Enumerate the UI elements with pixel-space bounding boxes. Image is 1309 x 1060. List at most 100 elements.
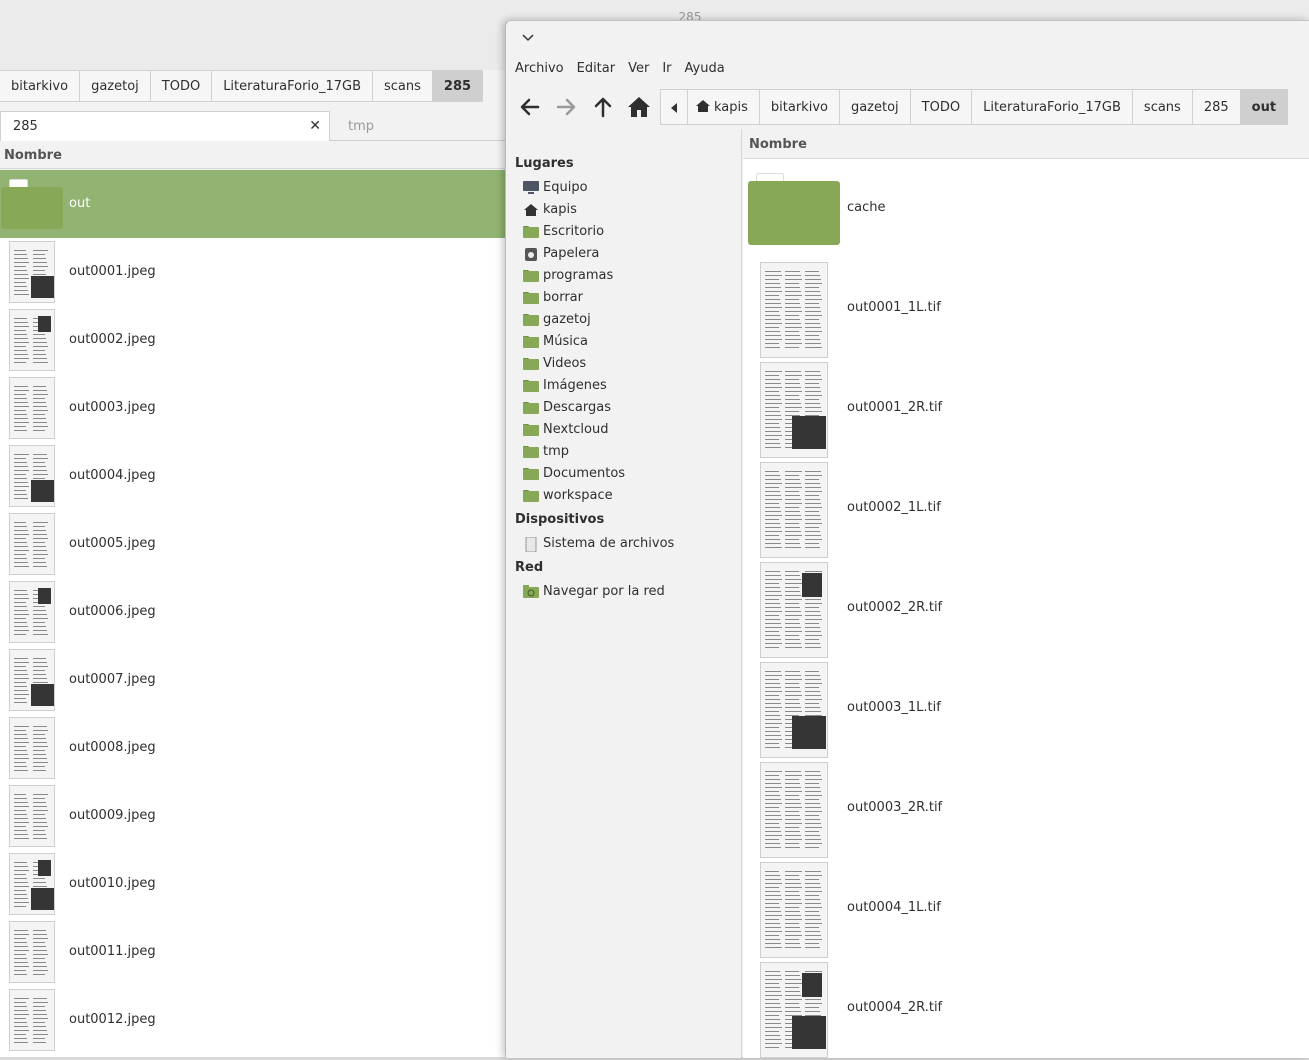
file-name: out0009.jpeg (69, 808, 156, 823)
menu-archivo[interactable]: Archivo (515, 61, 564, 83)
home-small-icon (696, 100, 710, 112)
back-crumb-285[interactable]: 285 (432, 70, 484, 102)
file-row[interactable]: out0004_1L.tif (743, 860, 1309, 960)
breadcrumb-scroll-left-icon[interactable] (660, 89, 688, 125)
file-row[interactable]: out0006.jpeg (0, 578, 505, 646)
file-name: out0003_1L.tif (847, 700, 941, 715)
crumb-out[interactable]: out (1240, 89, 1289, 125)
sidebar-item-descargas[interactable]: Descargas (523, 397, 738, 419)
image-thumbnail-icon (9, 717, 55, 779)
tif-thumbnail-icon (760, 762, 828, 858)
crumb-285[interactable]: 285 (1192, 89, 1241, 125)
sidebar-item-programas[interactable]: programas (523, 265, 738, 287)
sidebar-item-nextcloud[interactable]: Nextcloud (523, 419, 738, 441)
file-name: out0010.jpeg (69, 876, 156, 891)
sidebar-item-gazetoj[interactable]: gazetoj (523, 309, 738, 331)
file-row[interactable]: out0005.jpeg (0, 510, 505, 578)
forward-arrow-icon[interactable] (552, 93, 580, 121)
crumb-gazetoj[interactable]: gazetoj (839, 89, 911, 125)
window-menu-chevron-icon[interactable] (522, 31, 534, 45)
sidebar-item-equipo[interactable]: Equipo (523, 177, 738, 199)
back-crumb-todo[interactable]: TODO (150, 70, 213, 102)
tab-285-label: 285 (13, 119, 38, 134)
sidebar-item-música[interactable]: Música (523, 331, 738, 353)
crumb-todo[interactable]: TODO (910, 89, 973, 125)
sidebar: Lugares Dispositivos Red Equipo kapis Escr… (506, 129, 742, 1058)
back-crumb-scans[interactable]: scans (373, 70, 433, 102)
back-column-header-name[interactable]: Nombre (0, 141, 505, 169)
back-arrow-icon[interactable] (516, 93, 544, 121)
folder-row[interactable]: cache (743, 160, 1309, 260)
sidebar-item-tmp[interactable]: tmp (523, 441, 738, 463)
file-row[interactable]: out0012.jpeg (0, 986, 505, 1054)
file-row[interactable]: out0003_2R.tif (743, 760, 1309, 860)
file-row[interactable]: out0009.jpeg (0, 782, 505, 850)
sidebar-item-label: kapis (543, 202, 577, 217)
folder-icon (523, 291, 539, 304)
folder-icon (523, 423, 539, 436)
folder-icon (523, 489, 539, 502)
file-row[interactable]: out0003.jpeg (0, 374, 505, 442)
file-row[interactable]: out0002_2R.tif (743, 560, 1309, 660)
sidebar-item-navegar-por-la-red[interactable]: Navegar por la red (523, 581, 738, 603)
back-breadcrumb: bitarkivo gazetoj TODO LiteraturaForio_1… (0, 70, 484, 102)
file-row[interactable]: out0001_1L.tif (743, 260, 1309, 360)
sidebar-item-label: Videos (543, 356, 587, 371)
up-arrow-icon[interactable] (589, 93, 617, 121)
file-row[interactable]: out0011.jpeg (0, 918, 505, 986)
file-row[interactable]: out0010.jpeg (0, 850, 505, 918)
file-row[interactable]: out0008.jpeg (0, 714, 505, 782)
folder-icon (523, 357, 539, 370)
tif-thumbnail-icon (760, 262, 828, 358)
back-crumb-bitarkivo[interactable]: bitarkivo (0, 70, 81, 102)
file-row[interactable]: out0004.jpeg (0, 442, 505, 510)
file-name: cache (847, 200, 886, 215)
sidebar-item-borrar[interactable]: borrar (523, 287, 738, 309)
folder-icon (748, 173, 840, 245)
file-name: out0001_2R.tif (847, 400, 943, 415)
file-row[interactable]: out0002.jpeg (0, 306, 505, 374)
crumb-kapis[interactable]: kapis (688, 89, 760, 125)
sidebar-item-label: Imágenes (543, 378, 607, 393)
folder-row[interactable]: out (0, 170, 505, 238)
file-row[interactable]: out0004_2R.tif (743, 960, 1309, 1060)
sidebar-item-kapis[interactable]: kapis (523, 199, 738, 221)
menu-ayuda[interactable]: Ayuda (685, 61, 725, 83)
file-row[interactable]: out0001.jpeg (0, 238, 505, 306)
computer-icon (523, 181, 539, 194)
file-view: Nombre cache out0001_1L.tif out0001_2R.tif… (743, 129, 1309, 1058)
tab-tmp-label: tmp (348, 119, 375, 134)
sidebar-item-label: tmp (543, 444, 570, 459)
menu-ir[interactable]: Ir (662, 61, 671, 83)
file-name: out0003.jpeg (69, 400, 156, 415)
sidebar-item-escritorio[interactable]: Escritorio (523, 221, 738, 243)
back-tab-bar: 285 ✕ tmp (0, 111, 505, 141)
column-header-label: Nombre (749, 137, 807, 152)
crumb-literaturaforio[interactable]: LiteraturaForio_17GB (972, 89, 1133, 125)
file-row[interactable]: out0003_1L.tif (743, 660, 1309, 760)
file-row[interactable]: out0007.jpeg (0, 646, 505, 714)
folder-icon (523, 467, 539, 480)
sidebar-item-workspace[interactable]: workspace (523, 485, 738, 507)
sidebar-item-sistema-de-archivos[interactable]: Sistema de archivos (523, 533, 738, 555)
home-icon[interactable] (625, 93, 653, 121)
column-header-name[interactable]: Nombre (743, 129, 1309, 159)
tab-tmp[interactable]: tmp (330, 111, 505, 141)
image-thumbnail-icon (9, 785, 55, 847)
back-crumb-literaturaforio[interactable]: LiteraturaForio_17GB (212, 70, 374, 102)
sidebar-item-papelera[interactable]: Papelera (523, 243, 738, 265)
image-thumbnail-icon (9, 445, 55, 507)
crumb-scans[interactable]: scans (1132, 89, 1193, 125)
crumb-bitarkivo[interactable]: bitarkivo (759, 89, 840, 125)
back-crumb-gazetoj[interactable]: gazetoj (80, 70, 151, 102)
sidebar-item-documentos[interactable]: Documentos (523, 463, 738, 485)
file-row[interactable]: out0001_2R.tif (743, 360, 1309, 460)
menu-editar[interactable]: Editar (577, 61, 616, 83)
menu-ver[interactable]: Ver (628, 61, 649, 83)
file-row[interactable]: out0002_1L.tif (743, 460, 1309, 560)
sidebar-item-imágenes[interactable]: Imágenes (523, 375, 738, 397)
sidebar-item-videos[interactable]: Videos (523, 353, 738, 375)
file-name: out0006.jpeg (69, 604, 156, 619)
tab-285[interactable]: 285 ✕ (0, 111, 330, 141)
close-tab-icon[interactable]: ✕ (309, 118, 321, 134)
